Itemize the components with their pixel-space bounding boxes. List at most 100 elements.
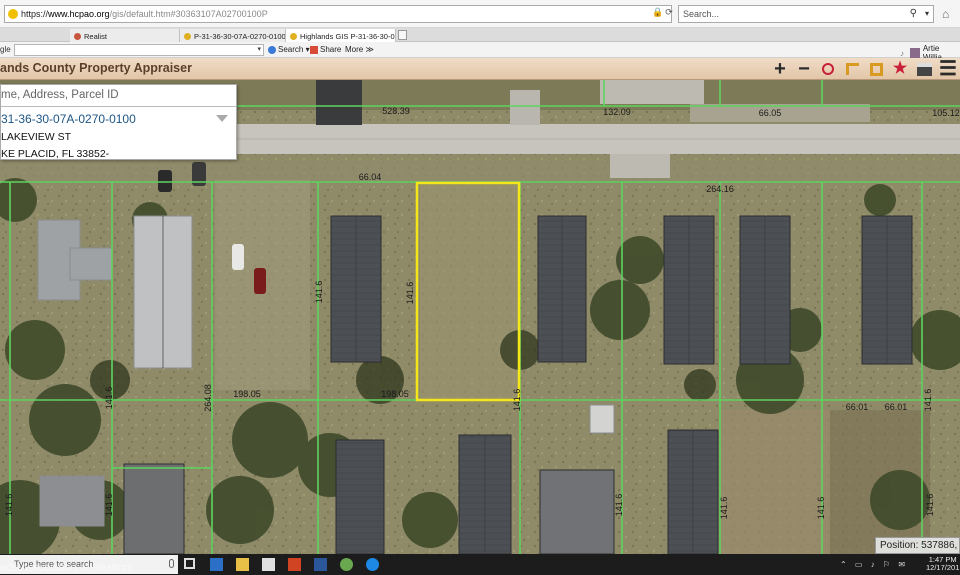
parcel-dimension-label: 198.05 bbox=[233, 389, 261, 399]
tab-label: Highlands GIS P-31-36-30-0... bbox=[300, 32, 396, 41]
position-readout: Position: 537886, 10 bbox=[875, 537, 960, 554]
url-scheme: https:// bbox=[21, 9, 49, 19]
microphone-icon[interactable] bbox=[169, 559, 174, 568]
print-icon bbox=[916, 62, 932, 76]
parcel-address-line2: KE PLACID, FL 33852- bbox=[1, 148, 110, 160]
store-icon[interactable] bbox=[262, 558, 275, 571]
internet-explorer-icon[interactable] bbox=[366, 558, 379, 571]
browser-address-bar: https://www.hcpao.org/gis/default.htm#30… bbox=[0, 0, 960, 28]
url-field[interactable]: https://www.hcpao.org/gis/default.htm#30… bbox=[4, 5, 672, 23]
url-path: /gis/default.htm#30363107A02700100P bbox=[109, 9, 268, 19]
browser-search-placeholder: Search... bbox=[683, 9, 720, 19]
share-button[interactable]: Share bbox=[310, 45, 341, 54]
lock-icon[interactable]: 🔒 bbox=[652, 7, 665, 17]
share-icon bbox=[310, 45, 318, 54]
print-button[interactable] bbox=[912, 59, 936, 79]
parcel-dimension-label: 66.01 bbox=[885, 402, 908, 412]
parcel-dimension-label: 132.09 bbox=[603, 107, 631, 117]
url-controls[interactable]: 🔒⟳ bbox=[652, 7, 675, 18]
menu-button[interactable]: ☰ bbox=[936, 59, 960, 79]
app-header: ands County Property Appraiser + − ★ ☰ bbox=[0, 58, 960, 80]
powerpoint-icon[interactable] bbox=[288, 558, 301, 571]
parcel-search-input[interactable]: me, Address, Parcel ID bbox=[1, 85, 236, 107]
parcel-dimension-label: 141.6 bbox=[405, 282, 415, 305]
zoom-in-button[interactable]: + bbox=[768, 59, 792, 79]
chevron-down-icon[interactable]: ▾ bbox=[925, 9, 929, 18]
url-host: www.hcpao.org bbox=[48, 9, 110, 19]
star-button[interactable]: ★ bbox=[888, 59, 912, 79]
new-tab-button[interactable] bbox=[398, 30, 407, 40]
google-search-icon bbox=[268, 45, 276, 54]
site-icon bbox=[8, 9, 18, 19]
watermark-text: nds Association of Realtors bbox=[0, 562, 133, 574]
more-button[interactable]: More ≫ bbox=[345, 45, 374, 54]
share-button-label: Share bbox=[320, 45, 342, 54]
zoom-box-icon bbox=[822, 63, 834, 75]
parcel-dimension-label: 66.05 bbox=[759, 108, 782, 118]
parcel-search-panel: me, Address, Parcel ID 31-36-30-07A-0270… bbox=[0, 84, 237, 160]
clock-date: 12/17/201 bbox=[926, 563, 960, 572]
parcel-dimension-label: 141.6 bbox=[104, 494, 114, 517]
parcel-dimension-label: 264.08 bbox=[203, 384, 213, 412]
parcel-dimension-label: 66.04 bbox=[359, 172, 382, 182]
browser-tab-strip: Realist P-31-36-30-07A-0270-0100 - H... … bbox=[0, 28, 960, 42]
zoom-in-icon: + bbox=[774, 58, 786, 80]
windows-taskbar: Type here to search ⌃ ▭ ♪ ⚐ ✉ 1:47 PM 12… bbox=[0, 554, 960, 575]
google-label: gle bbox=[0, 45, 11, 54]
measure-area-icon bbox=[869, 62, 883, 76]
favicon-icon bbox=[74, 33, 81, 40]
parcel-dimension-label: 141.6 bbox=[512, 389, 522, 412]
parcel-dimension-label: 141.6 bbox=[925, 494, 935, 517]
more-button-label: More ≫ bbox=[345, 45, 374, 54]
home-icon[interactable]: ⌂ bbox=[942, 7, 949, 21]
menu-icon: ☰ bbox=[939, 58, 957, 80]
taskbar-clock[interactable]: 1:47 PM 12/17/201 bbox=[926, 556, 959, 572]
search-button[interactable]: Search ▾ bbox=[268, 45, 310, 54]
zoom-out-button[interactable]: − bbox=[792, 59, 816, 79]
map-toolbar: + − ★ ☰ bbox=[768, 59, 960, 79]
parcel-dimension-label: 66.01 bbox=[846, 402, 869, 412]
parcel-dimension-label: 141.6 bbox=[614, 494, 624, 517]
google-toolbar: gle ▾ Search ▾ Share More ≫ ♪ Artie Will… bbox=[0, 42, 960, 62]
parcel-dimension-label: 141.6 bbox=[923, 389, 933, 412]
file-explorer-icon[interactable] bbox=[236, 558, 249, 571]
browser-search-input[interactable]: Search... ⚲ ▾ bbox=[678, 5, 934, 23]
favicon-icon bbox=[184, 33, 191, 40]
measure-line-icon bbox=[845, 63, 859, 75]
parcel-dimension-label: 141.6 bbox=[104, 387, 114, 410]
parcel-dimension-label: 141.6 bbox=[314, 281, 324, 304]
parcel-dimension-label: 141.6 bbox=[816, 497, 826, 520]
parcel-dimension-label: 528.39 bbox=[382, 106, 410, 116]
tab-label: P-31-36-30-07A-0270-0100 - H... bbox=[194, 32, 286, 41]
edge-icon[interactable] bbox=[210, 558, 223, 571]
word-icon[interactable] bbox=[314, 558, 327, 571]
parcel-dimension-label: 141.6 bbox=[719, 497, 729, 520]
search-icon[interactable]: ⚲ bbox=[910, 8, 917, 19]
star-icon: ★ bbox=[892, 60, 908, 77]
chevron-down-icon[interactable]: ▾ bbox=[257, 45, 261, 53]
tab-label: Realist bbox=[84, 32, 107, 41]
zoom-out-icon: − bbox=[798, 58, 810, 80]
parcel-dimension-label: 264.16 bbox=[706, 184, 734, 194]
search-button-label: Search bbox=[278, 45, 304, 54]
parcel-id-link[interactable]: 31-36-30-07A-0270-0100 bbox=[1, 107, 236, 126]
google-search-input[interactable]: ▾ bbox=[14, 44, 264, 56]
favicon-icon bbox=[290, 33, 297, 40]
app-icon[interactable] bbox=[340, 558, 353, 571]
avatar bbox=[910, 48, 920, 58]
task-view-icon[interactable] bbox=[184, 558, 195, 569]
bell-icon[interactable]: ♪ bbox=[900, 49, 904, 58]
refresh-icon[interactable]: ⟳ bbox=[665, 7, 675, 17]
parcel-dimension-label: 198.05 bbox=[381, 389, 409, 399]
tab-parcel-record[interactable]: P-31-36-30-07A-0270-0100 - H... bbox=[180, 29, 286, 42]
tab-highlands-gis[interactable]: Highlands GIS P-31-36-30-0... × bbox=[286, 29, 396, 42]
zoom-box-button[interactable] bbox=[816, 59, 840, 79]
parcel-dimension-label: 141.6 bbox=[4, 494, 14, 517]
parcel-address-line1: LAKEVIEW ST bbox=[1, 131, 72, 143]
chevron-down-icon[interactable] bbox=[216, 115, 228, 122]
measure-area-button[interactable] bbox=[864, 59, 888, 79]
measure-line-button[interactable] bbox=[840, 59, 864, 79]
tab-realist[interactable]: Realist bbox=[70, 29, 180, 42]
parcel-dimension-label: 105.12 bbox=[932, 108, 960, 118]
system-tray[interactable]: ⌃ ▭ ♪ ⚐ ✉ bbox=[840, 560, 908, 569]
